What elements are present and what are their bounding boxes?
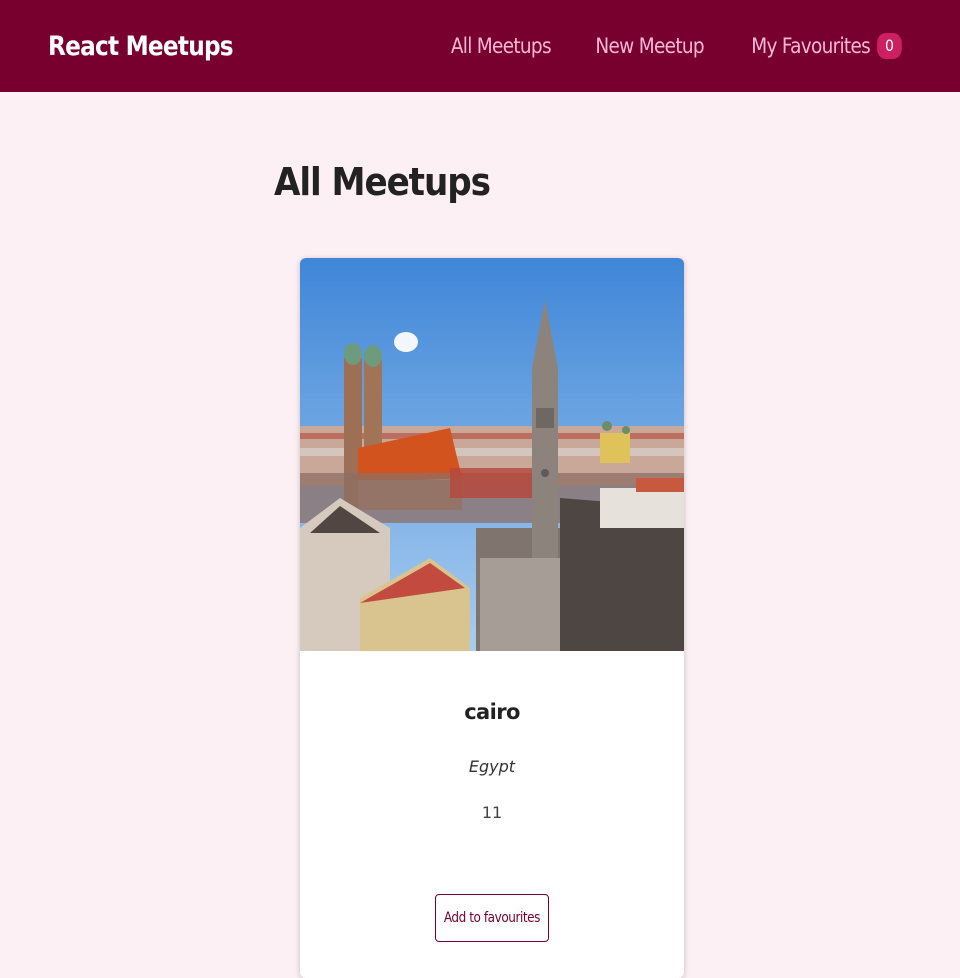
add-to-favourites-button[interactable]: Add to favourites [435, 894, 549, 942]
meetup-image [300, 258, 684, 651]
nav-link-my-favourites[interactable]: My Favourites 0 [751, 33, 902, 59]
meetup-description: 11 [481, 803, 503, 822]
nav-link-my-favourites-label: My Favourites [751, 34, 871, 58]
nav-link-all-meetups[interactable]: All Meetups [451, 34, 552, 58]
nav-link-new-meetup[interactable]: New Meetup [595, 34, 704, 58]
meetup-card [300, 258, 684, 978]
add-to-favourites-label: Add to favourites [443, 910, 541, 926]
meetup-address: Egypt [468, 757, 516, 776]
meetup-title: cairo [464, 700, 520, 724]
main-navigation: All Meetups New Meetup My Favourites 0 [444, 33, 912, 59]
app-logo[interactable]: React Meetups [48, 31, 234, 62]
main-header: React Meetups All Meetups New Meetup My … [0, 0, 960, 92]
favourites-count-badge: 0 [876, 33, 902, 59]
page-title: All Meetups [274, 160, 491, 204]
